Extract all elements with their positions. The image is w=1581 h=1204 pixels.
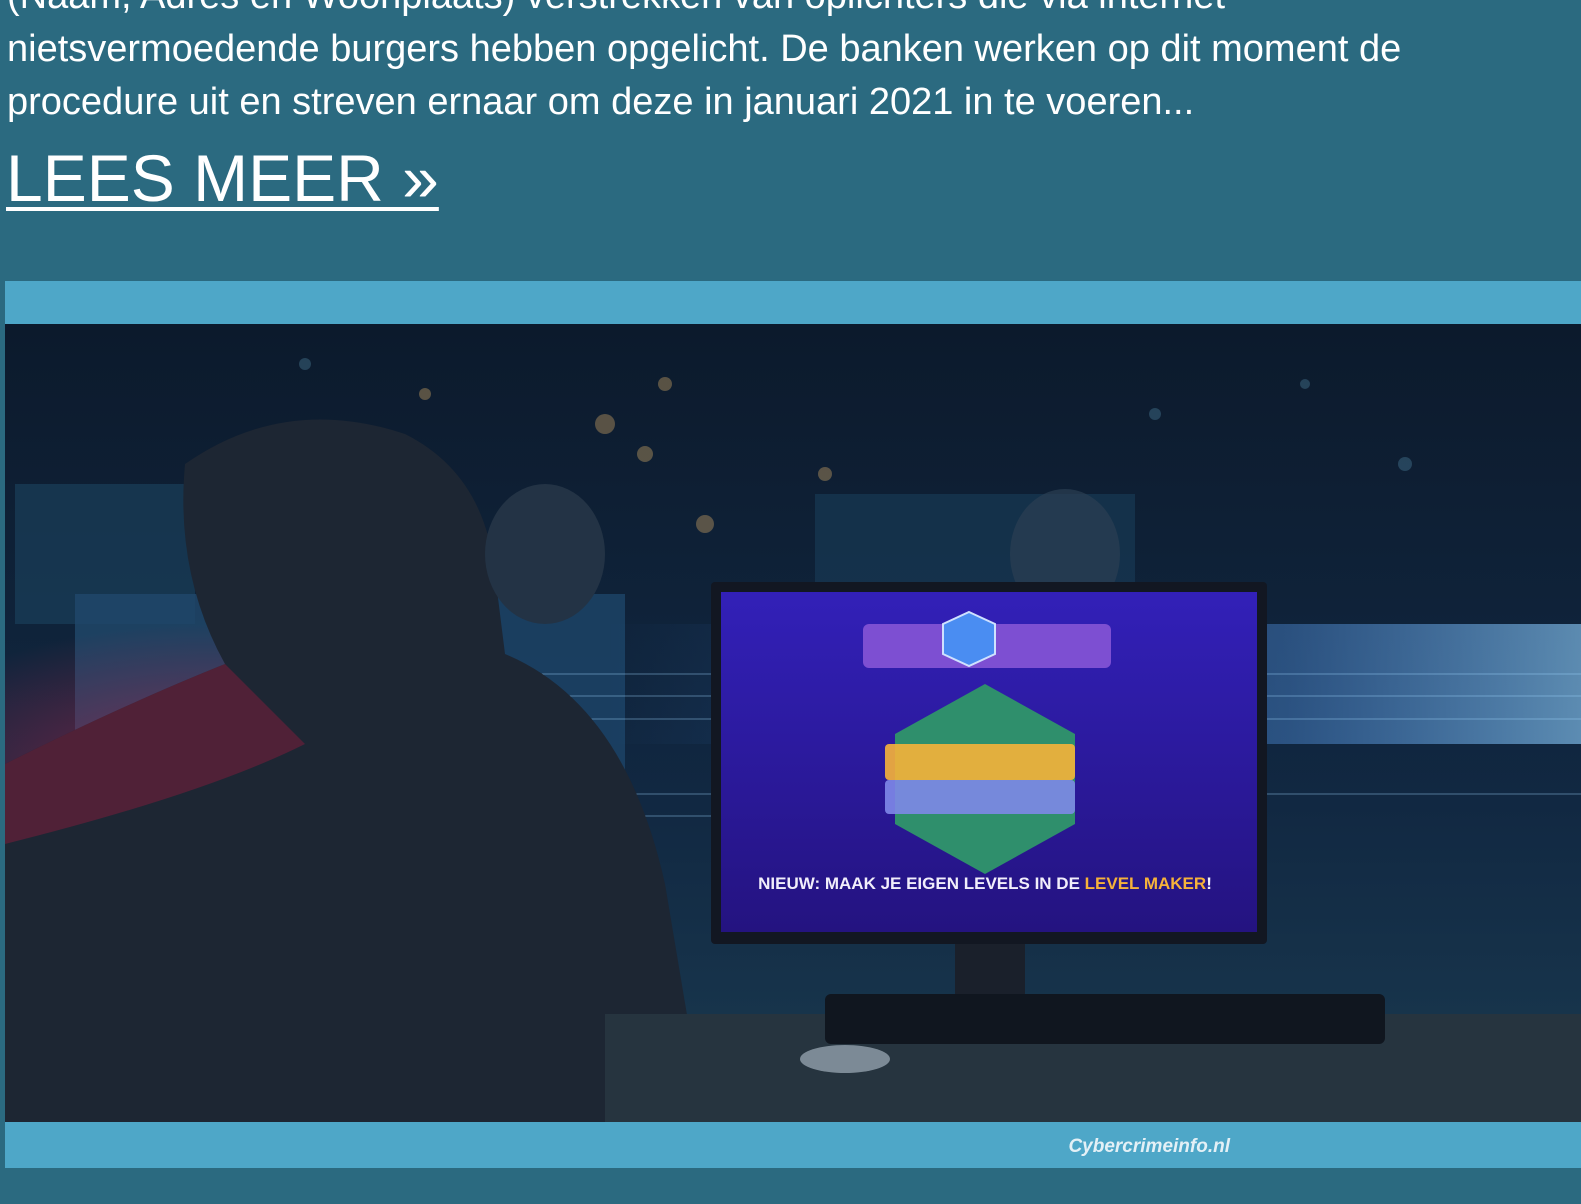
monitor-caption-suffix: ! [1206,874,1212,893]
hacker-scene-image: NIEUW: MAAK JE EIGEN LEVELS IN DE LEVEL … [5,324,1581,1122]
article-excerpt: (Naam, Adres en Woonplaats) verstrekken … [7,0,1567,129]
monitor-caption: NIEUW: MAAK JE EIGEN LEVELS IN DE LEVEL … [725,872,1245,895]
read-more-link[interactable]: LEES MEER » [6,138,439,218]
image-watermark: Cybercrimeinfo.nl [1068,1136,1230,1157]
monitor-caption-highlight: LEVEL MAKER [1084,874,1207,893]
excerpt-line-2: nietsvermoedende burgers hebben opgelich… [7,28,1402,70]
featured-image[interactable]: NIEUW: MAAK JE EIGEN LEVELS IN DE LEVEL … [5,281,1581,1168]
monitor-caption-prefix: NIEUW: MAAK JE EIGEN LEVELS IN DE [758,874,1085,893]
excerpt-line-3: procedure uit en streven ernaar om deze … [7,81,1195,123]
excerpt-line-1: (Naam, Adres en Woonplaats) verstrekken … [7,0,1567,23]
